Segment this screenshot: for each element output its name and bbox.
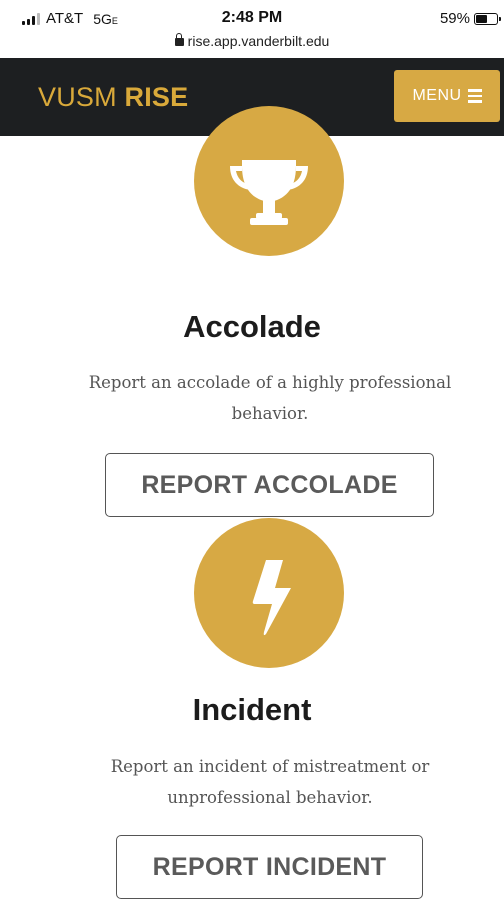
report-accolade-button[interactable]: REPORT ACCOLADE <box>105 453 434 517</box>
url-text: rise.app.vanderbilt.edu <box>187 33 330 49</box>
hamburger-icon <box>467 89 482 103</box>
incident-description: Report an incident of mistreatment or un… <box>110 757 430 807</box>
report-incident-button[interactable]: REPORT INCIDENT <box>116 835 423 899</box>
status-bar: AT&T 5GE 2:48 PM 59% rise.app.vanderbilt… <box>0 0 504 58</box>
menu-label: MENU <box>412 87 462 104</box>
status-right: 59% <box>439 10 501 27</box>
lock-icon <box>174 33 184 46</box>
brand-prefix: VUSM <box>38 82 125 112</box>
battery-percent: 59% <box>439 10 470 27</box>
trophy-icon <box>194 106 344 256</box>
accolade-description: Report an accolade of a highly professio… <box>88 373 452 423</box>
address-bar[interactable]: rise.app.vanderbilt.edu <box>0 33 504 49</box>
brand-logo[interactable]: VUSM RISE <box>38 82 188 113</box>
brand-suffix: RISE <box>124 82 189 112</box>
menu-button[interactable]: MENU <box>394 70 500 122</box>
battery-fill <box>476 14 487 23</box>
lightning-bolt-icon <box>194 518 344 668</box>
incident-title: Incident <box>192 692 312 727</box>
accolade-title: Accolade <box>183 309 321 344</box>
status-time: 2:48 PM <box>221 9 283 26</box>
battery-icon <box>474 12 501 25</box>
